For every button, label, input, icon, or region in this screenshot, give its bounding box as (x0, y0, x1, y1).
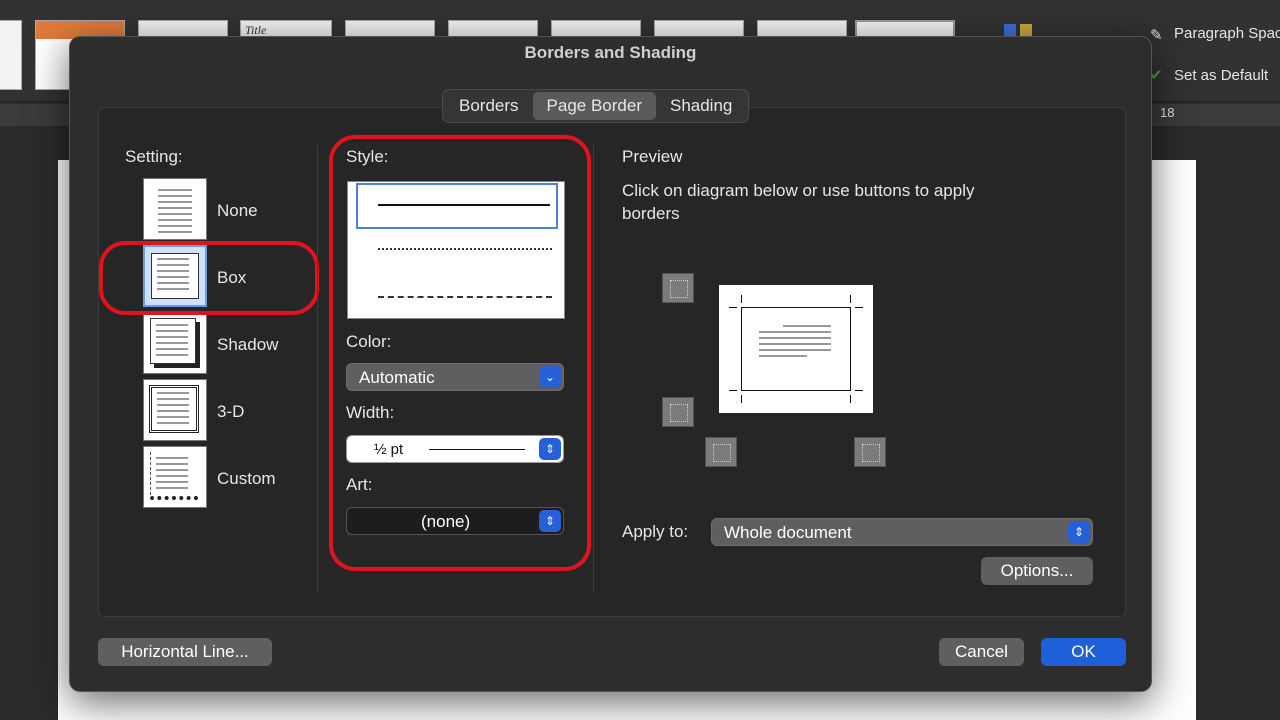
bottom-border-button[interactable] (662, 397, 694, 427)
theme-colors-icon[interactable] (1004, 24, 1016, 36)
ok-button[interactable]: OK (1041, 638, 1126, 666)
options-button[interactable]: Options... (981, 557, 1093, 585)
borders-and-shading-dialog: Borders and Shading Borders Page Border … (69, 36, 1152, 692)
apply-to-dropdown[interactable]: Whole document ⇕ (711, 518, 1093, 546)
preview-label: Preview (622, 147, 683, 166)
divider (593, 145, 594, 593)
paragraph-spacing-label[interactable]: Paragraph Spac (1174, 25, 1280, 42)
divider (317, 145, 318, 593)
box-highlight (99, 241, 319, 315)
preview-instruction: Click on diagram below or use buttons to… (622, 181, 975, 223)
theme-colors-icon[interactable] (1020, 24, 1032, 36)
cancel-button[interactable]: Cancel (939, 638, 1024, 666)
tab-borders[interactable]: Borders (445, 92, 533, 120)
setting-custom-icon[interactable] (143, 446, 207, 508)
ruler-number: 18 (1160, 105, 1175, 120)
left-border-button[interactable] (705, 437, 737, 467)
paragraph-spacing-icon[interactable]: ✎ (1150, 26, 1163, 44)
setting-label: Setting: (125, 147, 183, 166)
setting-none-icon[interactable] (143, 178, 207, 240)
chevron-updown-icon: ⇕ (1068, 521, 1090, 543)
setting-3d-icon[interactable] (143, 379, 207, 441)
horizontal-line-button[interactable]: Horizontal Line... (98, 638, 272, 666)
tab-page-border[interactable]: Page Border (532, 92, 656, 120)
tab-bar: Borders Page Border Shading (442, 89, 750, 123)
right-border-button[interactable] (854, 437, 886, 467)
setting-none-label[interactable]: None (217, 201, 258, 221)
apply-to-value: Whole document (724, 523, 852, 542)
apply-to-label: Apply to: (622, 522, 689, 541)
setting-shadow-label[interactable]: Shadow (217, 335, 278, 355)
top-border-button[interactable] (662, 273, 694, 303)
setting-3d-label[interactable]: 3-D (217, 402, 244, 422)
setting-shadow-icon[interactable] (143, 312, 207, 374)
setting-custom-label[interactable]: Custom (217, 469, 276, 489)
tab-shading[interactable]: Shading (656, 92, 746, 120)
style-thumb[interactable] (0, 20, 22, 90)
dialog-title: Borders and Shading (524, 43, 697, 62)
style-highlight (329, 135, 591, 571)
border-preview-diagram[interactable] (719, 285, 873, 413)
set-as-default-label[interactable]: Set as Default (1174, 67, 1268, 84)
